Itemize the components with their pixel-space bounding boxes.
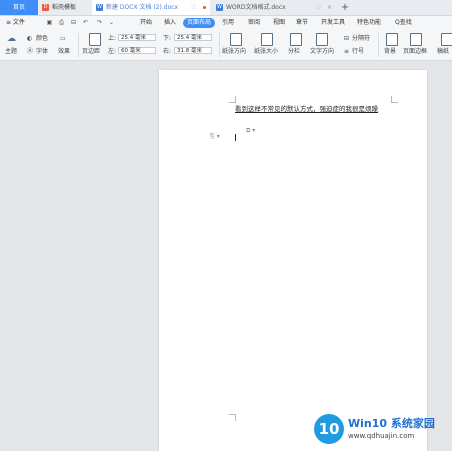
docer-icon: D — [42, 4, 49, 11]
left-margin-label: 左: — [108, 48, 117, 55]
save-icon[interactable]: ▣ — [46, 19, 53, 26]
breaks-icon: ⊟ — [344, 35, 350, 42]
font-button[interactable]: 字体 — [36, 48, 48, 56]
tab-word-format[interactable]: W WORD文档格式.docx — [212, 0, 332, 15]
margin-button[interactable]: 页边距 — [82, 48, 100, 56]
menu-special[interactable]: 特色功能 — [357, 16, 381, 30]
text-cursor — [235, 134, 236, 141]
tab-home[interactable]: 首页 — [0, 0, 38, 15]
menu-insert[interactable]: 插入 — [164, 16, 176, 30]
chevron-down-icon[interactable]: ⌄ — [108, 19, 115, 26]
watermark-url: www.qdhuajin.com — [348, 432, 415, 440]
menu-start[interactable]: 开始 — [140, 16, 152, 30]
font-icon: Ⓐ — [27, 48, 34, 55]
theme-button[interactable]: 主题 — [5, 48, 17, 56]
left-margin-input[interactable]: 60 毫米 — [118, 47, 156, 54]
tab-pin-icon[interactable]: ♡ — [316, 4, 321, 11]
text-direction-button[interactable]: 文字方向 — [310, 48, 334, 56]
divider — [219, 33, 220, 57]
margin-corner-mark — [391, 96, 398, 103]
columns-button[interactable]: 分栏 — [288, 48, 300, 56]
watermark-brand: Win10 系统家园 — [348, 417, 435, 430]
page-border-icon — [410, 33, 422, 46]
paste-options-icon[interactable]: ⧉ ▾ — [246, 127, 255, 135]
bottom-margin-input[interactable]: 25.4 毫米 — [174, 34, 212, 41]
redo-icon[interactable]: ↷ — [96, 19, 103, 26]
right-margin-label: 右: — [163, 48, 172, 55]
unsaved-dot-icon — [203, 6, 206, 9]
tab-template-label: 稻壳模板 — [52, 4, 77, 11]
menu-page-layout[interactable]: 页面布局 — [183, 18, 216, 28]
orientation-icon — [230, 33, 242, 46]
background-icon — [386, 33, 398, 46]
tab-bar: 首页 D 稻壳模板 W 新建 DOCX 文档 (2).docx ♡ W WORD文档格… — [0, 0, 452, 16]
export-icon[interactable]: ⎙ — [58, 19, 65, 26]
draft-paper-icon — [441, 33, 452, 46]
line-number-icon: ≡ — [344, 48, 350, 55]
print-icon[interactable]: ⊟ — [70, 19, 77, 26]
paragraph-layout-icon[interactable]: ⎘ ▾ — [210, 133, 220, 141]
breaks-button[interactable]: 分隔符 — [352, 35, 370, 43]
menu-reference[interactable]: 引用 — [222, 16, 234, 30]
document-text[interactable]: 看到这样不常见的默认方式，强迫症的我很是烦躁 — [235, 103, 391, 115]
tab-pin-icon[interactable]: ♡ — [191, 4, 196, 11]
tab-document-label: 新建 DOCX 文档 (2).docx — [106, 4, 179, 11]
columns-icon — [290, 33, 302, 46]
effect-icon: ▭ — [60, 35, 66, 42]
paper-size-button[interactable]: 纸张大小 — [254, 48, 278, 56]
tab-template[interactable]: D 稻壳模板 — [38, 0, 92, 15]
search-button[interactable]: Q查找 — [395, 16, 412, 30]
site-watermark: 10 Win10 系统家园 www.qdhuajin.com — [306, 410, 452, 451]
divider — [78, 33, 79, 57]
color-icon: ◐ — [27, 35, 33, 42]
divider — [378, 33, 379, 57]
color-button[interactable]: 颜色 — [36, 35, 48, 43]
text-direction-icon — [316, 33, 328, 46]
menu-view[interactable]: 视图 — [273, 16, 285, 30]
word-doc-icon: W — [216, 4, 223, 11]
menu-review[interactable]: 审阅 — [248, 16, 260, 30]
tab-word-format-label: WORD文档格式.docx — [226, 4, 286, 11]
file-menu[interactable]: ≡ 文件 — [6, 16, 25, 30]
margin-icon — [89, 33, 101, 46]
close-icon[interactable]: × — [327, 4, 332, 11]
undo-icon[interactable]: ↶ — [82, 19, 89, 26]
menu-dev-tools[interactable]: 开发工具 — [321, 16, 345, 30]
document-page[interactable]: 看到这样不常见的默认方式，强迫症的我很是烦躁 ⎘ ▾ ⧉ ▾ — [159, 70, 427, 451]
menu-chapter[interactable]: 章节 — [296, 16, 308, 30]
watermark-logo: 10 — [314, 414, 344, 444]
right-margin-input[interactable]: 31.8 毫米 — [174, 47, 212, 54]
menu-bar: ≡ 文件 ▣ ⎙ ⊟ ↶ ↷ ⌄ 开始 插入 页面布局 引用 审阅 视图 章节 … — [0, 16, 452, 30]
background-button[interactable]: 背景 — [384, 48, 396, 56]
top-margin-input[interactable]: 25.4 毫米 — [118, 34, 156, 41]
paper-size-icon — [261, 33, 273, 46]
line-number-button[interactable]: 行号 — [352, 48, 364, 56]
effect-button[interactable]: 效果 — [58, 48, 70, 56]
theme-icon[interactable]: ☁ — [7, 35, 16, 44]
bottom-margin-label: 下: — [163, 35, 172, 42]
draft-paper-button[interactable]: 稿纸 — [437, 48, 449, 56]
margin-corner-mark — [229, 414, 236, 421]
word-doc-icon: W — [96, 4, 103, 11]
new-tab-button[interactable]: + — [339, 0, 351, 15]
page-border-button[interactable]: 页面边框 — [403, 48, 427, 56]
ribbon-toolbar: ☁ 主题 ◐ 颜色 Ⓐ 字体 ▭ 效果 页边距 上: 25.4 毫米 左: 60… — [0, 30, 452, 61]
top-margin-label: 上: — [108, 35, 117, 42]
orientation-button[interactable]: 纸张方向 — [222, 48, 246, 56]
margin-corner-mark — [229, 96, 236, 103]
